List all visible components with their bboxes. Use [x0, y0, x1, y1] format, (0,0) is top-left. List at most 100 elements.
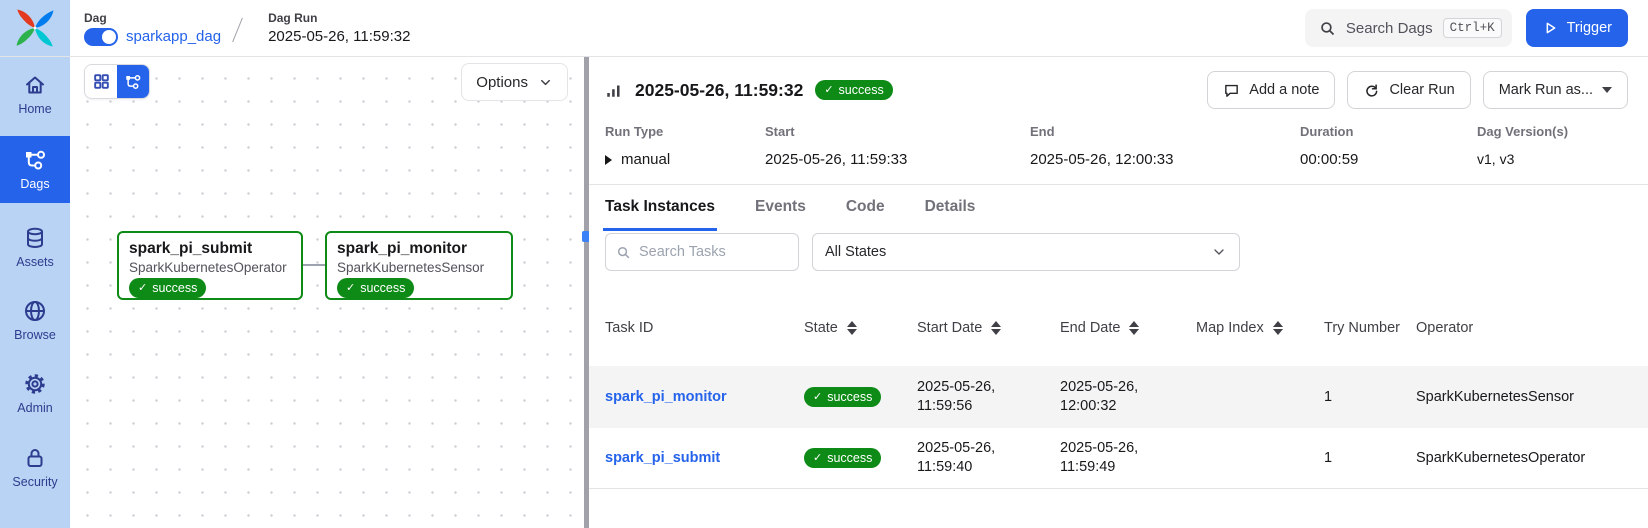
airflow-pinwheel-icon — [14, 7, 56, 49]
end-date-cell: 2025-05-26, 12:00:32 — [1060, 378, 1196, 416]
trigger-button-label: Trigger — [1567, 20, 1612, 36]
task-node-operator: SparkKubernetesOperator — [129, 260, 291, 275]
run-title: 2025-05-26, 11:59:32 — [635, 80, 803, 101]
bar-chart-icon — [605, 81, 623, 99]
sidebar-nav: Home Dags Assets Browse Admin Security — [0, 57, 70, 528]
breadcrumb-separator — [232, 18, 243, 42]
task-node-operator: SparkKubernetesSensor — [337, 260, 501, 275]
info-label: Start — [765, 124, 1030, 139]
clear-run-label: Clear Run — [1389, 82, 1454, 98]
sort-icon[interactable] — [991, 321, 1001, 335]
search-dags-placeholder: Search Dags — [1346, 20, 1433, 37]
expand-icon[interactable] — [605, 155, 612, 165]
dag-pause-toggle[interactable] — [84, 28, 118, 46]
table-header-row: Task ID State Start Date End Date Map In… — [589, 289, 1648, 366]
dag-graph-panel[interactable]: Options spark_pi_submit SparkKubernetesO… — [70, 57, 584, 528]
check-icon: ✓ — [824, 82, 833, 98]
status-badge: ✓success — [804, 387, 881, 407]
run-info-run-type: Run Type manual — [605, 124, 765, 168]
dag-run-label: Dag Run — [268, 11, 410, 25]
run-info-start: Start 2025-05-26, 11:59:33 — [765, 124, 1030, 168]
airflow-logo[interactable] — [0, 0, 70, 56]
sort-icon[interactable] — [1273, 321, 1283, 335]
search-icon — [616, 245, 631, 260]
status-badge-label: success — [152, 280, 197, 296]
check-icon: ✓ — [813, 389, 822, 405]
col-task-id: Task ID — [605, 320, 653, 336]
status-badge-label: success — [360, 280, 405, 296]
status-badge: ✓success — [804, 448, 881, 468]
graph-options-button[interactable]: Options — [461, 63, 568, 101]
grid-view-button[interactable] — [85, 65, 117, 98]
search-tasks-input[interactable]: Search Tasks — [605, 233, 799, 271]
run-header: 2025-05-26, 11:59:32 ✓ success Add a note… — [605, 70, 1628, 110]
sidebar-item-label: Admin — [17, 401, 52, 415]
state-filter-select[interactable]: All States — [812, 233, 1240, 271]
assets-icon — [23, 226, 47, 250]
home-icon — [23, 73, 47, 97]
chevron-down-icon — [538, 75, 553, 90]
tab-details[interactable]: Details — [923, 198, 978, 231]
grid-icon — [92, 72, 111, 91]
run-status-label: success — [839, 82, 884, 98]
sidebar-item-home[interactable]: Home — [0, 73, 70, 116]
operator-cell: SparkKubernetesSensor — [1416, 389, 1648, 405]
mark-run-as-button[interactable]: Mark Run as... — [1483, 71, 1628, 109]
search-tasks-placeholder: Search Tasks — [639, 244, 726, 260]
info-label: End — [1030, 124, 1300, 139]
col-map-index: Map Index — [1196, 320, 1264, 336]
clear-run-button[interactable]: Clear Run — [1347, 71, 1470, 109]
sort-icon[interactable] — [847, 321, 857, 335]
table-row-spark-pi-submit: spark_pi_submit ✓success 2025-05-26, 11:… — [589, 428, 1648, 489]
top-bar: Dag sparkapp_dag Dag Run 2025-05-26, 11:… — [0, 0, 1648, 57]
task-toolbar: Search Tasks All States — [605, 233, 1648, 271]
task-node-spark-pi-submit[interactable]: spark_pi_submit SparkKubernetesOperator … — [117, 231, 303, 300]
play-icon — [1542, 20, 1558, 36]
security-lock-icon — [23, 446, 47, 470]
start-date-cell: 2025-05-26, 11:59:40 — [917, 439, 1060, 477]
col-start-date: Start Date — [917, 320, 982, 336]
run-info-end: End 2025-05-26, 12:00:33 — [1030, 124, 1300, 168]
add-note-label: Add a note — [1249, 82, 1319, 98]
sidebar-item-security[interactable]: Security — [0, 446, 70, 489]
sidebar-item-admin[interactable]: Admin — [0, 372, 70, 415]
breadcrumb-dag-name[interactable]: sparkapp_dag — [126, 28, 221, 45]
check-icon: ✓ — [138, 280, 147, 296]
sidebar-item-assets[interactable]: Assets — [0, 226, 70, 269]
sidebar-item-label: Home — [18, 102, 51, 116]
task-id-link[interactable]: spark_pi_submit — [605, 450, 720, 466]
run-status-badge: ✓ success — [815, 80, 892, 100]
sidebar-item-label: Dags — [20, 177, 49, 191]
trigger-button[interactable]: Trigger — [1526, 9, 1628, 47]
tab-code[interactable]: Code — [844, 198, 887, 231]
col-end-date: End Date — [1060, 320, 1120, 336]
run-info-grid: Run Type manual Start 2025-05-26, 11:59:… — [589, 110, 1648, 185]
col-try-number: Try Number — [1324, 320, 1400, 336]
run-info-duration: Duration 00:00:59 — [1300, 124, 1477, 168]
sidebar-item-browse[interactable]: Browse — [0, 299, 70, 342]
toggle-knob — [102, 30, 116, 44]
breadcrumb-dag-run: Dag Run 2025-05-26, 11:59:32 — [268, 11, 410, 45]
sort-icon[interactable] — [1129, 321, 1139, 335]
caret-down-icon — [1602, 87, 1612, 93]
task-node-spark-pi-monitor[interactable]: spark_pi_monitor SparkKubernetesSensor ✓… — [325, 231, 513, 300]
col-operator: Operator — [1416, 320, 1473, 336]
table-row-spark-pi-monitor: spark_pi_monitor ✓success 2025-05-26, 11… — [589, 366, 1648, 428]
task-id-link[interactable]: spark_pi_monitor — [605, 389, 727, 405]
tab-events[interactable]: Events — [753, 198, 808, 231]
graph-view-button[interactable] — [117, 65, 149, 98]
check-icon: ✓ — [346, 280, 355, 296]
state-filter-value: All States — [825, 244, 886, 260]
breadcrumb-dag: Dag sparkapp_dag — [84, 11, 221, 46]
options-button-label: Options — [476, 74, 528, 91]
sidebar-item-dags[interactable]: Dags — [0, 136, 70, 203]
browse-icon — [23, 299, 47, 323]
status-badge-label: success — [827, 450, 872, 466]
tab-task-instances[interactable]: Task Instances — [603, 198, 717, 231]
add-note-button[interactable]: Add a note — [1207, 71, 1335, 109]
search-shortcut-badge: Ctrl+K — [1443, 18, 1502, 38]
sidebar-item-label: Browse — [14, 328, 56, 342]
admin-gear-icon — [23, 372, 47, 396]
search-dags-input[interactable]: Search Dags Ctrl+K — [1305, 9, 1512, 47]
end-date-cell: 2025-05-26, 11:59:49 — [1060, 439, 1196, 477]
